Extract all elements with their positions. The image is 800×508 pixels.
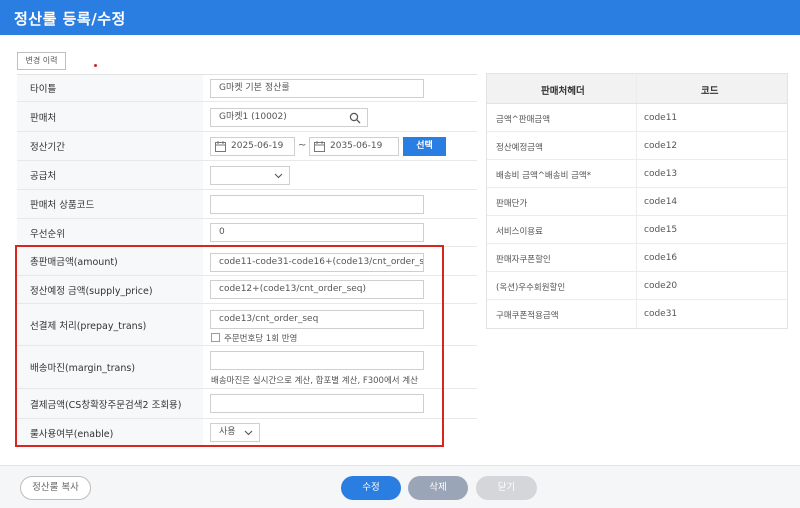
table-row[interactable]: 판매단가 code14: [487, 188, 787, 216]
seller-label: 판매처: [17, 102, 203, 131]
per-order-once-checkbox[interactable]: [211, 333, 220, 342]
red-dot-marker: [94, 64, 97, 67]
window-title: 정산룰 등록/수정: [14, 10, 126, 28]
prepay-trans-label: 선결제 처리(prepay_trans): [17, 304, 203, 345]
enable-label: 룰사용여부(enable): [17, 419, 203, 447]
row-code: code16: [644, 253, 678, 263]
end-date-value: 2035-06-19: [330, 141, 383, 151]
title-bar: 정산룰 등록/수정: [0, 0, 800, 35]
table-row[interactable]: (옥션)우수회원할인 code20: [487, 272, 787, 300]
table-row[interactable]: 서비스이용료 code15: [487, 216, 787, 244]
table-row[interactable]: 정산예정금액 code12: [487, 132, 787, 160]
row-priority: 우선순위 0: [17, 219, 477, 247]
calendar-icon: [314, 141, 325, 152]
row-code: code11: [644, 113, 678, 123]
row-header: 판매단가: [496, 199, 528, 209]
copy-rule-button[interactable]: 정산룰 복사: [20, 476, 91, 500]
title-label: 타이틀: [17, 75, 203, 101]
amount-label: 총판매금액(amount): [17, 247, 203, 275]
column-header-seller-header: 판매처헤더: [541, 86, 585, 97]
date-separator: ~: [298, 140, 307, 151]
margin-trans-help: 배송마진은 실시간으로 계산, 합포별 계산, F300에서 계산: [211, 376, 418, 386]
enable-value: 사용: [219, 427, 236, 437]
supply-price-label: 정산예정 금액(supply_price): [17, 276, 203, 303]
row-prepay-trans: 선결제 처리(prepay_trans) code13/cnt_order_se…: [17, 304, 477, 346]
table-row[interactable]: 배송비 금액^배송비 금액* code13: [487, 160, 787, 188]
seller-product-code-input[interactable]: [210, 195, 424, 214]
supplier-select[interactable]: [210, 166, 290, 185]
enable-select[interactable]: 사용: [210, 423, 260, 442]
table-header: 판매처헤더 코드: [487, 74, 787, 104]
supply-price-input[interactable]: code12+(code13/cnt_order_seq): [210, 280, 424, 299]
row-header: 구매쿠폰적용금액: [496, 311, 559, 321]
priority-label: 우선순위: [17, 219, 203, 246]
row-supplier: 공급처: [17, 161, 477, 190]
title-input[interactable]: G마켓 기본 정산룰: [210, 79, 424, 98]
calendar-icon: [215, 141, 226, 152]
row-header: 정산예정금액: [496, 143, 543, 153]
header-code-table: 판매처헤더 코드 금액^판매금액 code11 정산예정금액 code12 배송비 …: [486, 73, 788, 329]
table-row[interactable]: 판매자쿠폰할인 code16: [487, 244, 787, 272]
row-code: code15: [644, 225, 678, 235]
change-history-button[interactable]: 변경 이력: [17, 52, 66, 70]
row-header: (옥션)우수회원할인: [496, 283, 566, 293]
edit-button[interactable]: 수정: [341, 476, 401, 500]
margin-trans-label: 배송마진(margin_trans): [17, 346, 203, 388]
row-header: 배송비 금액^배송비 금액*: [496, 171, 591, 181]
search-icon[interactable]: [349, 112, 361, 124]
supplier-label: 공급처: [17, 161, 203, 189]
start-date-input[interactable]: 2025-06-19: [210, 137, 295, 156]
margin-trans-input[interactable]: [210, 351, 424, 370]
column-header-code: 코드: [701, 86, 719, 97]
row-seller-product-code: 판매처 상품코드: [17, 190, 477, 219]
period-label: 정산기간: [17, 132, 203, 160]
start-date-value: 2025-06-19: [231, 141, 284, 151]
row-header: 판매자쿠폰할인: [496, 255, 551, 265]
row-code: code13: [644, 169, 678, 179]
amount-input[interactable]: code11-code31-code16+(code13/cnt_order_s…: [210, 253, 424, 272]
priority-input[interactable]: 0: [210, 223, 424, 242]
footer-bar: 정산룰 복사 수정 삭제 닫기: [0, 465, 800, 508]
table-row[interactable]: 금액^판매금액 code11: [487, 104, 787, 132]
seller-product-code-label: 판매처 상품코드: [17, 190, 203, 218]
prepay-trans-input[interactable]: code13/cnt_order_seq: [210, 310, 424, 329]
row-seller: 판매처 G마켓1 (10002): [17, 102, 477, 132]
row-header: 금액^판매금액: [496, 115, 551, 125]
row-title: 타이틀 G마켓 기본 정산룰: [17, 75, 477, 102]
row-supply-price: 정산예정 금액(supply_price) code12+(code13/cnt…: [17, 276, 477, 304]
period-select-button[interactable]: 선택: [403, 137, 446, 156]
rule-form: 타이틀 G마켓 기본 정산룰 판매처 G마켓1 (10002) 정산기간 202…: [17, 74, 477, 447]
row-code: code20: [644, 281, 678, 291]
payment-amount-label: 결제금액(CS창확장주문검색2 조회용): [17, 389, 203, 418]
row-period: 정산기간 2025-06-19 ~ 2035-06-19 선택: [17, 132, 477, 161]
table-row[interactable]: 구매쿠폰적용금액 code31: [487, 300, 787, 328]
row-enable: 룰사용여부(enable) 사용: [17, 419, 477, 447]
row-code: code31: [644, 309, 678, 319]
row-code: code12: [644, 141, 678, 151]
row-header: 서비스이용료: [496, 227, 543, 237]
delete-button[interactable]: 삭제: [408, 476, 468, 500]
chevron-down-icon: [244, 430, 253, 436]
end-date-input[interactable]: 2035-06-19: [309, 137, 399, 156]
payment-amount-input[interactable]: [210, 394, 424, 413]
row-margin-trans: 배송마진(margin_trans) 배송마진은 실시간으로 계산, 합포별 계…: [17, 346, 477, 389]
seller-input[interactable]: G마켓1 (10002): [210, 108, 368, 127]
row-payment-amount: 결제금액(CS창확장주문검색2 조회용): [17, 389, 477, 419]
per-order-once-label: 주문번호당 1회 반영: [224, 334, 298, 344]
row-code: code14: [644, 197, 678, 207]
chevron-down-icon: [274, 173, 283, 179]
close-button[interactable]: 닫기: [476, 476, 537, 500]
seller-value: G마켓1 (10002): [219, 112, 287, 122]
row-amount: 총판매금액(amount) code11-code31-code16+(code…: [17, 247, 477, 276]
